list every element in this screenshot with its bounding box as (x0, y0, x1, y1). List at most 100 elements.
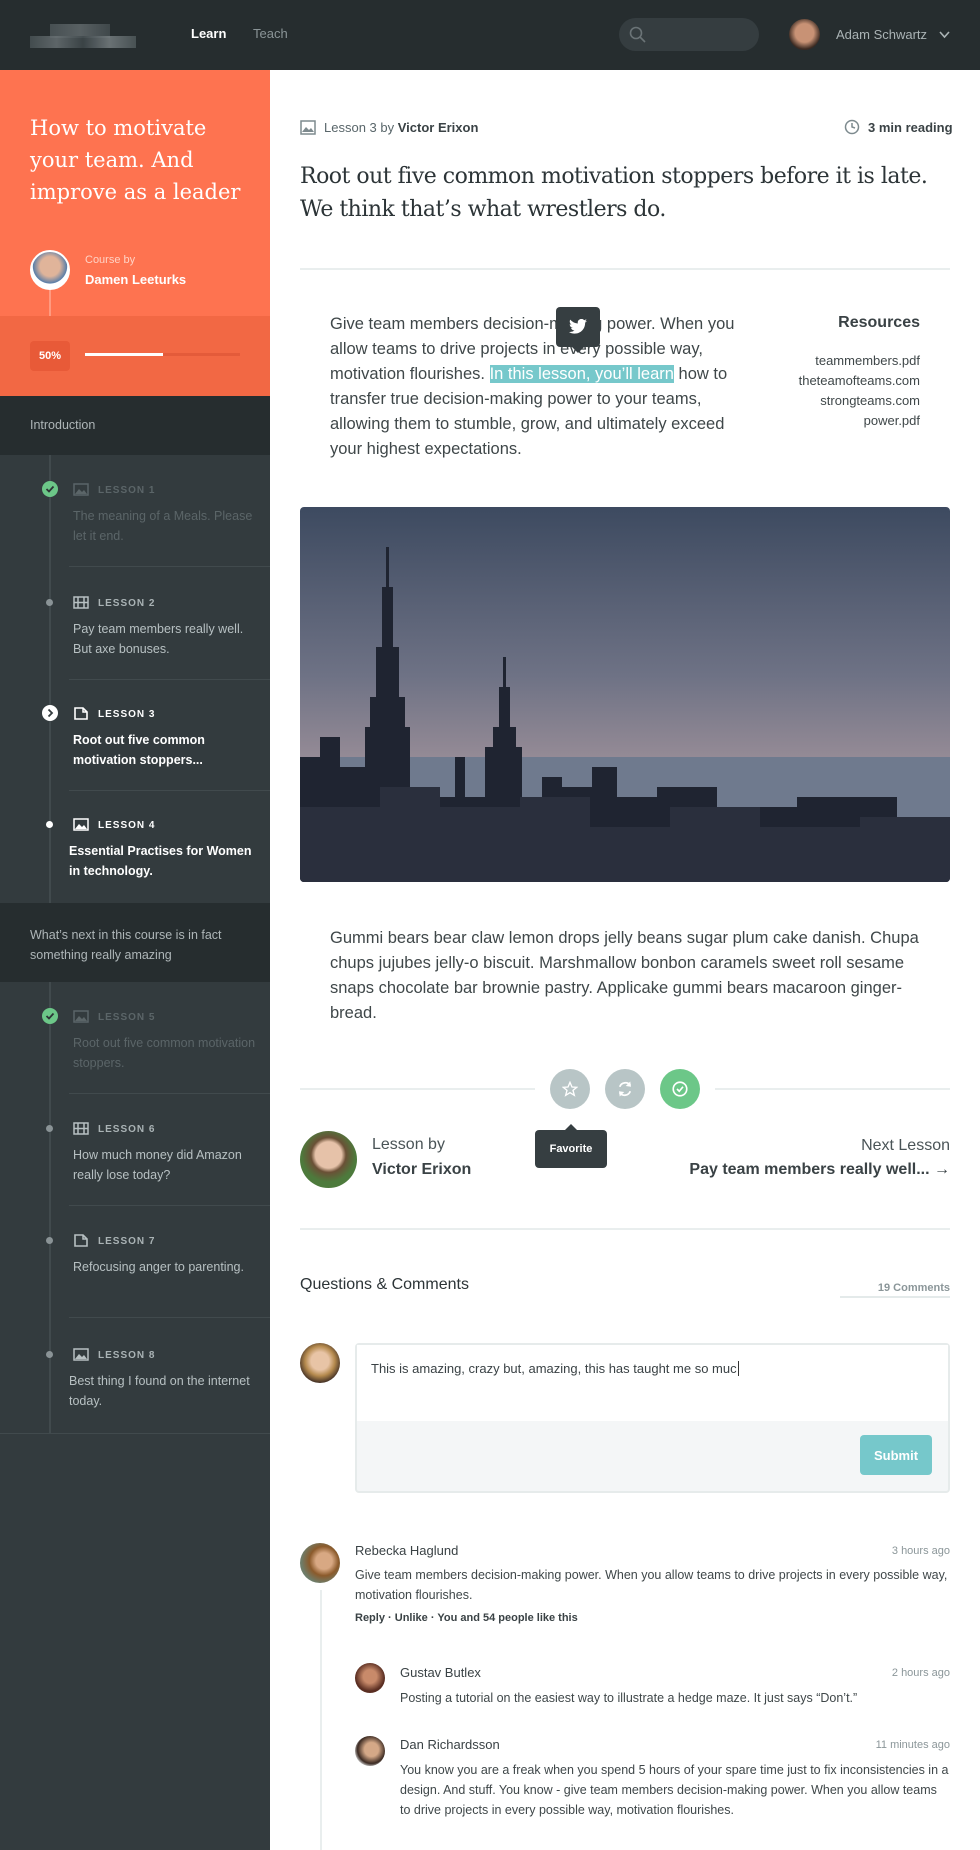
commenter-avatar[interactable] (300, 1543, 340, 1583)
image-icon (73, 483, 89, 496)
next-lesson-link[interactable]: Pay team members really well... → (620, 1161, 950, 1179)
lesson-dot (46, 1125, 53, 1132)
highlighted-text[interactable]: In this lesson, you’ll learn (489, 365, 674, 383)
lesson-title: Refocusing anger to parenting. (73, 1260, 244, 1274)
commenter-name[interactable]: Dan Richardsson (400, 1737, 500, 1752)
comment-time: 3 hours ago (891, 1545, 950, 1557)
commenter-avatar[interactable] (355, 1663, 385, 1693)
comment-time: 2 hours ago (891, 1667, 950, 1679)
image-icon (73, 1010, 89, 1023)
lesson-by-label: Lesson by (372, 1136, 445, 1153)
course-author[interactable]: Damen Leeturks (85, 272, 186, 287)
divider (69, 1317, 270, 1318)
comment-body: Give team members decision-making power.… (355, 1568, 948, 1602)
instructor-name[interactable]: Victor Erixon (372, 1161, 471, 1179)
timeline-line (49, 290, 51, 316)
tweet-selection-button[interactable] (556, 307, 600, 353)
next-lesson-title: Pay team members really well... (689, 1161, 930, 1178)
comment-body: You know you are a freak when you spend … (400, 1763, 949, 1817)
commenter-name[interactable]: Gustav Butlex (400, 1665, 481, 1680)
favorite-button[interactable] (550, 1069, 590, 1109)
comments-count-link[interactable]: 19 Comments (840, 1282, 950, 1298)
twitter-icon (569, 319, 587, 334)
lesson-image (300, 507, 950, 882)
comment-actions: Reply · Unlike · You and 54 people like … (355, 1612, 578, 1624)
top-bar (0, 0, 980, 70)
lesson-title: Root out five common motivation stoppers… (300, 164, 928, 222)
image-icon (73, 1348, 89, 1361)
lesson-item[interactable]: LESSON 2 Pay team members really well. Bu… (0, 568, 270, 680)
lesson-label: LESSON 8 (98, 1350, 156, 1361)
logo-blur (30, 36, 136, 48)
chevron-down-icon[interactable] (939, 31, 950, 39)
check-circle-icon (672, 1081, 688, 1097)
current-user-avatar (300, 1343, 340, 1383)
submit-button[interactable]: Submit (860, 1435, 932, 1475)
lesson-label: LESSON 5 (98, 1012, 156, 1023)
section-header[interactable]: Introduction (0, 396, 270, 455)
progress-percent: 50% (30, 341, 70, 371)
instructor-avatar[interactable] (300, 1131, 357, 1188)
refresh-icon (618, 1081, 632, 1097)
lesson-meta: Lesson 3 by Victor Erixon (324, 120, 478, 135)
lesson-author[interactable]: Victor Erixon (398, 120, 479, 135)
arrow-right-icon: → (934, 1161, 950, 1178)
lesson-title: Best thing I found on the internet today… (69, 1374, 250, 1408)
lesson-title: How much money did Amazon really lose to… (73, 1148, 242, 1182)
lesson-item[interactable]: LESSON 4 Essential Practises for Women in… (0, 790, 270, 902)
comment-input[interactable]: This is amazing, crazy but, amazing, thi… (357, 1345, 948, 1421)
nav-learn[interactable]: Learn (191, 26, 226, 41)
video-icon (73, 596, 89, 609)
comments-count: 19 Comments (877, 1282, 950, 1294)
search-input[interactable] (619, 18, 759, 51)
lesson-title: Root out five common motivation stoppers… (73, 733, 205, 767)
lesson-title: Root out five common motivation stoppers… (73, 1036, 256, 1070)
lesson-item[interactable]: LESSON 5 Root out five common motivation … (0, 982, 270, 1094)
resources-title: Resources (838, 314, 920, 331)
divider (300, 268, 950, 270)
user-name[interactable]: Adam Schwartz (836, 27, 927, 42)
course-by-label: Course by (85, 254, 136, 266)
lesson-item[interactable]: LESSON 3 Root out five common motivation … (0, 679, 270, 791)
comment-form: This is amazing, crazy but, amazing, thi… (355, 1343, 950, 1493)
divider (0, 1433, 270, 1434)
tooltip-text: Favorite (549, 1143, 593, 1155)
divider (715, 1088, 950, 1090)
check-icon (42, 1008, 58, 1024)
resource-link[interactable]: theteamofteams.com (760, 371, 920, 391)
resources-list: teammembers.pdf theteamofteams.com stron… (760, 351, 920, 431)
lesson-label: LESSON 7 (98, 1236, 156, 1247)
lesson-item[interactable]: LESSON 7 Refocusing anger to parenting. (0, 1206, 270, 1318)
text-cursor (737, 1361, 739, 1376)
divider (300, 1228, 950, 1230)
thread-line (320, 1590, 322, 1850)
repeat-button[interactable] (605, 1069, 645, 1109)
reply-link[interactable]: Reply (355, 1612, 385, 1624)
lesson-dot (46, 821, 53, 828)
progress-bar (85, 353, 240, 356)
check-icon (42, 481, 58, 497)
unlike-link[interactable]: Unlike (395, 1612, 428, 1624)
lesson-item[interactable]: LESSON 8 Best thing I found on the intern… (0, 1320, 270, 1432)
tooltip-arrow (565, 1124, 577, 1130)
lesson-body: Gummi bears bear claw lemon drops jelly … (330, 929, 919, 1022)
lesson-title: Pay team members really well. But axe bo… (73, 622, 244, 656)
like-count[interactable]: You and 54 people like this (437, 1612, 577, 1624)
nav-teach[interactable]: Teach (253, 26, 288, 41)
comment-input-value: This is amazing, crazy but, amazing, thi… (371, 1361, 737, 1376)
comment-body: Posting a tutorial on the easiest way to… (400, 1691, 858, 1705)
play-icon (42, 705, 58, 721)
lesson-dot (46, 1351, 53, 1358)
resource-link[interactable]: strongteams.com (760, 391, 920, 411)
lesson-item[interactable]: LESSON 1 The meaning of a Meals. Please l… (0, 455, 270, 567)
commenter-name[interactable]: Rebecka Haglund (355, 1543, 458, 1558)
image-icon (73, 818, 89, 831)
complete-button[interactable] (660, 1069, 700, 1109)
resource-link[interactable]: teammembers.pdf (760, 351, 920, 371)
lesson-item[interactable]: LESSON 6 How much money did Amazon really… (0, 1094, 270, 1206)
user-avatar[interactable] (789, 19, 820, 50)
resource-link[interactable]: power.pdf (760, 411, 920, 431)
comment-time: 11 minutes ago (875, 1739, 950, 1751)
commenter-avatar[interactable] (355, 1736, 385, 1766)
section-header[interactable]: What’s next in this course is in fact so… (0, 903, 270, 982)
